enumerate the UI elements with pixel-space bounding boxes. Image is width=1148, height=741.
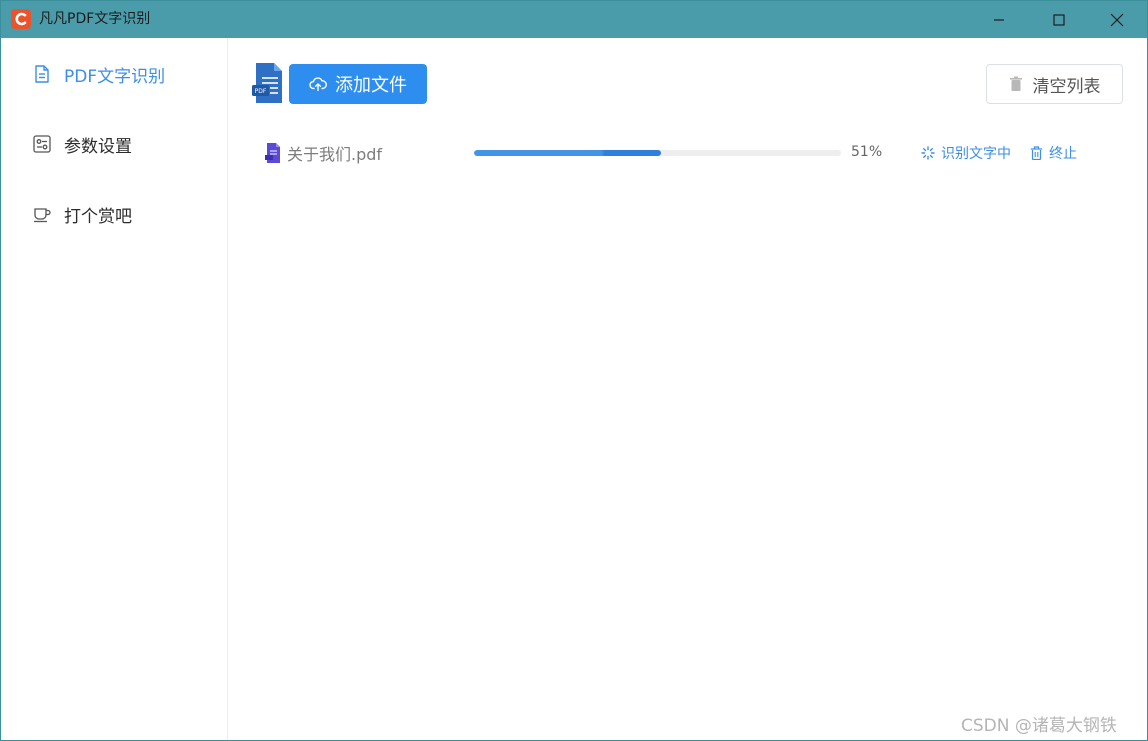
progress-bar xyxy=(474,150,841,156)
sidebar-item-label: PDF文字识别 xyxy=(64,66,166,87)
add-file-label: 添加文件 xyxy=(335,75,407,96)
trash-icon xyxy=(1009,76,1023,92)
pdf-file-small-icon xyxy=(265,143,280,163)
minimize-icon xyxy=(994,18,1004,21)
app-window: 凡凡PDF文字识别 PDF文字识别 参数设置 打个赏吧 PDF 添加文件 清空列… xyxy=(0,0,1148,741)
loading-spinner-icon xyxy=(921,146,935,160)
close-button[interactable] xyxy=(1087,1,1147,38)
close-icon xyxy=(1110,13,1124,26)
file-list-row: 关于我们.pdf 51% 识别文字中 终止 xyxy=(252,136,1132,170)
progress-percent: 51% xyxy=(851,144,883,160)
maximize-icon xyxy=(1053,13,1065,26)
sidebar-item-donate[interactable]: 打个赏吧 xyxy=(1,194,227,234)
main-panel: PDF 添加文件 清空列表 关于我们.pdf 51% 识别文字中 终止 xyxy=(228,38,1147,740)
sidebar: PDF文字识别 参数设置 打个赏吧 xyxy=(1,38,228,740)
minimize-button[interactable] xyxy=(969,1,1029,38)
status-text: 识别文字中 xyxy=(941,146,1011,162)
sidebar-item-label: 参数设置 xyxy=(64,136,132,157)
title-bar[interactable]: 凡凡PDF文字识别 xyxy=(1,1,1147,38)
pdf-badge-text: PDF xyxy=(255,88,267,95)
maximize-button[interactable] xyxy=(1029,1,1089,38)
watermark-text: CSDN @诸葛大钢铁 xyxy=(961,716,1117,736)
add-file-button[interactable]: 添加文件 xyxy=(289,64,427,104)
cloud-upload-icon xyxy=(309,76,327,92)
file-name: 关于我们.pdf xyxy=(287,145,383,164)
stop-label: 终止 xyxy=(1049,146,1077,162)
document-icon xyxy=(35,65,49,83)
pdf-file-icon: PDF xyxy=(252,63,282,103)
settings-sliders-icon xyxy=(33,135,51,153)
progress-bar-fill xyxy=(474,150,662,156)
sidebar-item-label: 打个赏吧 xyxy=(64,206,132,227)
app-logo-icon xyxy=(11,9,31,29)
window-title: 凡凡PDF文字识别 xyxy=(39,11,151,27)
clear-list-label: 清空列表 xyxy=(1032,76,1101,97)
trash-outline-icon xyxy=(1030,146,1043,160)
coffee-cup-icon xyxy=(34,208,51,223)
sidebar-item-pdf-ocr[interactable]: PDF文字识别 xyxy=(1,54,227,94)
sidebar-item-settings[interactable]: 参数设置 xyxy=(1,124,227,164)
clear-list-button[interactable]: 清空列表 xyxy=(986,64,1123,104)
recognizing-status[interactable]: 识别文字中 xyxy=(921,143,1011,163)
stop-button[interactable]: 终止 xyxy=(1030,143,1077,163)
